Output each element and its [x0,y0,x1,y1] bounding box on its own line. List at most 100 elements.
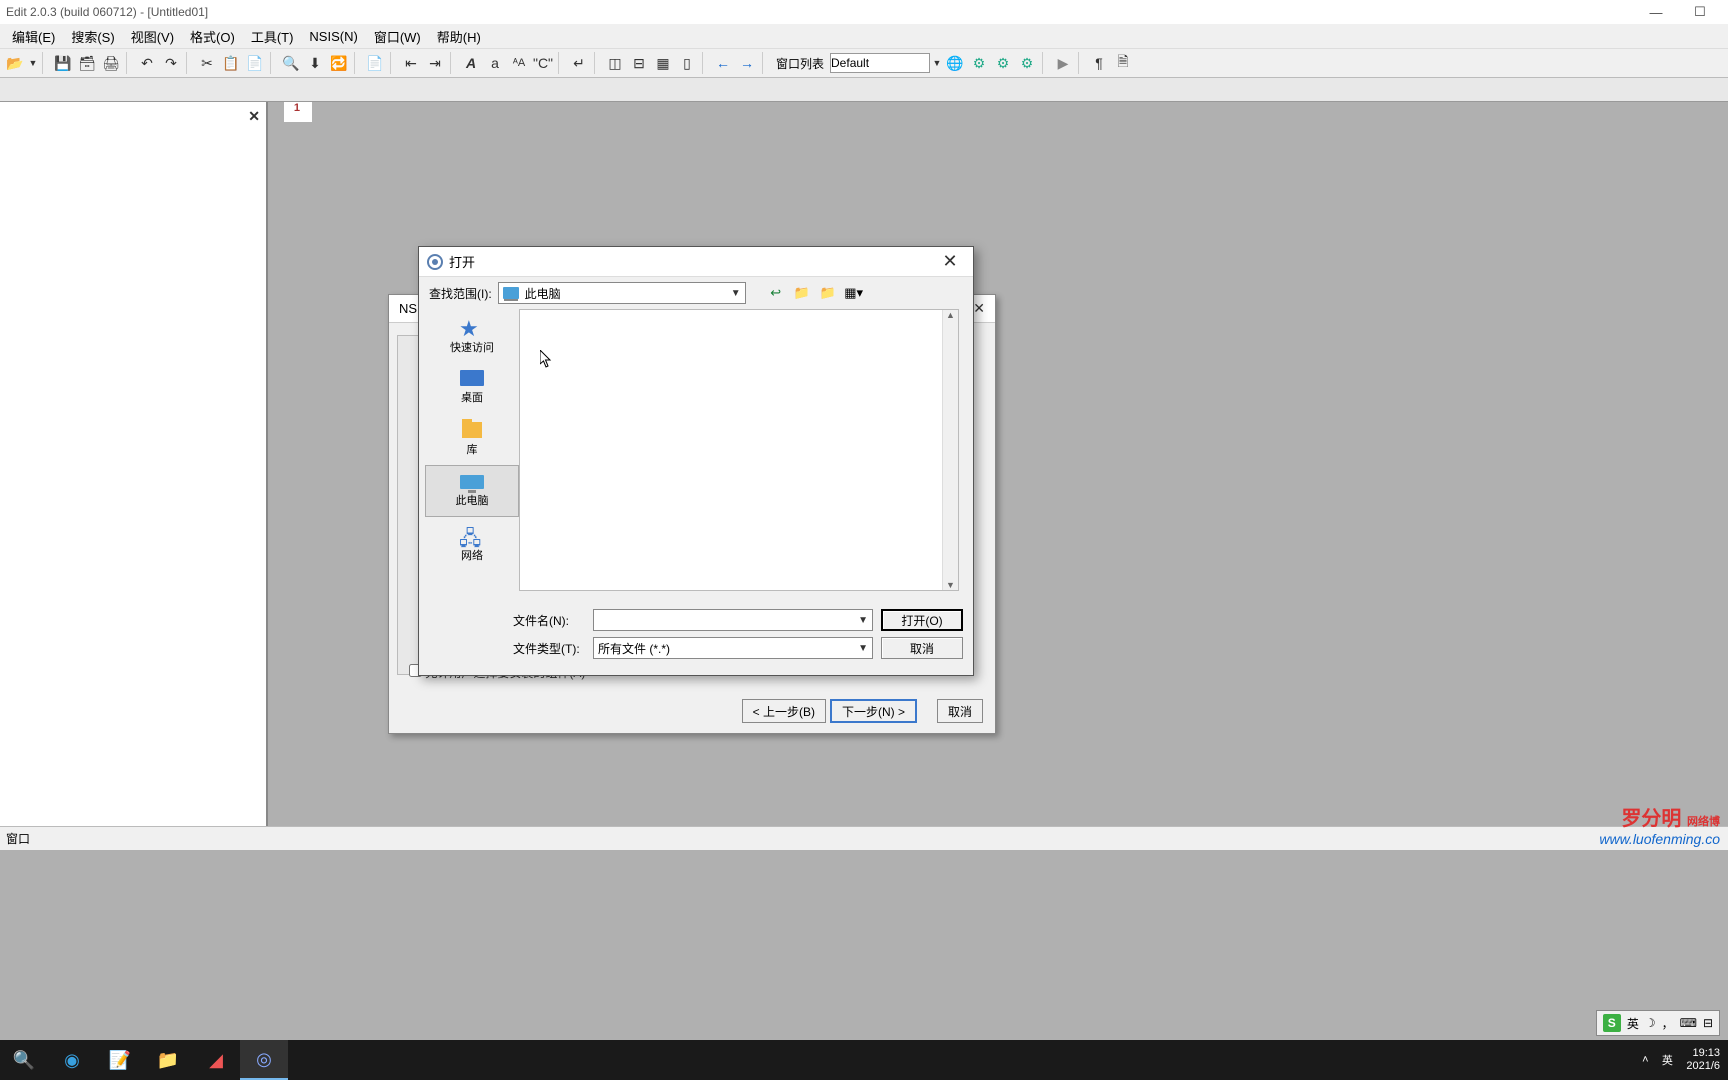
lookin-dropdown-icon[interactable]: ▼ [731,288,741,299]
filename-dropdown-icon[interactable]: ▼ [858,615,868,626]
wizard-next-button[interactable]: 下一步(N) > [830,699,917,723]
file-list-pane[interactable]: ▲ ▼ [519,309,959,591]
filename-input[interactable]: ▼ [593,609,873,631]
outdent-icon[interactable]: ⇤ [400,52,422,74]
open-icon[interactable]: 📂 [4,52,26,74]
paste-icon[interactable]: 📄 [244,52,266,74]
scheme-select[interactable] [830,53,930,73]
play-icon[interactable]: ▶ [1052,52,1074,74]
filetype-combo[interactable]: 所有文件 (*.*) ▼ [593,637,873,659]
save-all-icon[interactable]: 🗃 [76,52,98,74]
wizard-cancel-button[interactable]: 取消 [937,699,983,723]
indent-icon[interactable]: ⇥ [424,52,446,74]
menu-tools[interactable]: 工具(T) [243,25,302,48]
find-next-icon[interactable]: ⬇ [304,52,326,74]
split-v-icon[interactable]: ⊟ [628,52,650,74]
ime-keyboard-icon[interactable]: ⌨ [1680,1016,1697,1030]
menu-view[interactable]: 视图(V) [123,25,182,48]
bold-icon[interactable]: A [460,52,482,74]
menu-window[interactable]: 窗口(W) [366,25,429,48]
ime-moon-icon[interactable]: ☽ [1645,1016,1656,1030]
tray-chevron-icon[interactable]: ˄ [1634,1054,1656,1066]
maximize-button[interactable]: ☐ [1678,4,1722,20]
nav-back-icon[interactable]: ↩ [766,283,786,303]
taskbar-search-icon[interactable]: 🔍 [0,1040,48,1080]
place-desktop[interactable]: 桌面 [425,361,519,413]
menu-edit[interactable]: 编辑(E) [4,25,63,48]
open-dialog-close-icon[interactable]: ✕ [935,251,965,272]
open-file-dialog: 打开 ✕ 查找范围(I): 此电脑 ▼ ↩ 📁 📁 ▦▾ ★ 快速访问 [418,246,974,676]
back-icon[interactable]: ← [712,52,734,74]
dialog-app-icon [427,254,443,270]
place-network[interactable]: 🖧 网络 [425,517,519,569]
open-dialog-title: 打开 [449,252,475,271]
gear1-icon[interactable]: ⚙ [968,52,990,74]
filetype-label: 文件类型(T): [513,640,585,657]
menu-search[interactable]: 搜索(S) [63,25,122,48]
wizard-close-icon[interactable]: ✕ [973,300,985,317]
scroll-down-icon[interactable]: ▼ [946,580,955,590]
place-quick-access[interactable]: ★ 快速访问 [425,309,519,361]
quote-icon[interactable]: "C" [532,52,554,74]
taskbar-edge-icon[interactable]: ◉ [48,1040,96,1080]
gear3-icon[interactable]: ⚙ [1016,52,1038,74]
panel-close-icon[interactable]: ✕ [248,108,260,125]
dropdown2-icon[interactable]: ▼ [932,52,942,74]
undo-icon[interactable]: ↶ [136,52,158,74]
ime-bar[interactable]: S 英 ☽ ， ⌨ ⊟ [1596,1010,1720,1036]
taskbar-explorer-icon[interactable]: 📁 [144,1040,192,1080]
library-icon [462,422,482,438]
taskbar-hmedit-icon[interactable]: ◎ [240,1040,288,1080]
menu-help[interactable]: 帮助(H) [429,25,489,48]
find-icon[interactable]: 🔍 [280,52,302,74]
open-button[interactable]: 打开(O) [881,609,963,631]
print-icon[interactable]: 🖨 [100,52,122,74]
place-library[interactable]: 库 [425,413,519,465]
taskbar-notepad-icon[interactable]: 📝 [96,1040,144,1080]
taskbar-app1-icon[interactable]: ◢ [192,1040,240,1080]
tile-icon[interactable]: ▦ [652,52,674,74]
split-h-icon[interactable]: ◫ [604,52,626,74]
lookin-combo[interactable]: 此电脑 ▼ [498,282,746,304]
ime-comma-icon[interactable]: ， [1662,1015,1674,1032]
gear2-icon[interactable]: ⚙ [992,52,1014,74]
globe-icon[interactable]: 🌐 [944,52,966,74]
dropdown-icon[interactable]: ▼ [28,52,38,74]
file-list-scrollbar[interactable]: ▲ ▼ [942,310,958,590]
ime-sogou-icon[interactable]: S [1603,1014,1621,1032]
editor-surface[interactable] [302,102,312,122]
copy-icon[interactable]: 📋 [220,52,242,74]
menu-nsis[interactable]: NSIS(N) [301,27,365,46]
case2-icon[interactable]: ᴬA [508,52,530,74]
wrap-icon[interactable]: ↵ [568,52,590,74]
pc-icon [503,287,519,299]
case-icon[interactable]: a [484,52,506,74]
network-icon: 🖧 [459,524,485,544]
this-pc-icon [460,475,484,489]
doc-icon[interactable]: 🗎 [1112,52,1134,74]
toolbar: 📂 ▼ 💾 🗃 🖨 ↶ ↷ ✂ 📋 📄 🔍 ⬇ 🔁 📄 ⇤ ⇥ A a ᴬA "… [0,48,1728,78]
cut-icon[interactable]: ✂ [196,52,218,74]
tabstrip [0,78,1728,102]
scroll-up-icon[interactable]: ▲ [946,310,955,320]
wizard-back-button[interactable]: < 上一步(B) [742,699,826,723]
new-folder-icon[interactable]: 📁 [818,283,838,303]
tray-ime-icon[interactable]: 英 [1656,1052,1678,1068]
lookin-label: 查找范围(I): [429,285,492,302]
full-icon[interactable]: ▯ [676,52,698,74]
redo-icon[interactable]: ↷ [160,52,182,74]
nav-up-icon[interactable]: 📁 [792,283,812,303]
menu-format[interactable]: 格式(O) [182,25,243,48]
replace-icon[interactable]: 🔁 [328,52,350,74]
filetype-dropdown-icon[interactable]: ▼ [858,643,868,654]
tray-clock[interactable]: 19:13 2021/6 [1678,1047,1728,1073]
save-icon[interactable]: 💾 [52,52,74,74]
pilcrow-icon[interactable]: ¶ [1088,52,1110,74]
cancel-button[interactable]: 取消 [881,637,963,659]
place-this-pc[interactable]: 此电脑 [425,465,519,517]
minimize-button[interactable]: — [1634,5,1678,20]
view-mode-icon[interactable]: ▦▾ [844,283,864,303]
new-doc-icon[interactable]: 📄 [364,52,386,74]
forward-icon[interactable]: → [736,52,758,74]
ime-menu-icon[interactable]: ⊟ [1703,1016,1713,1030]
